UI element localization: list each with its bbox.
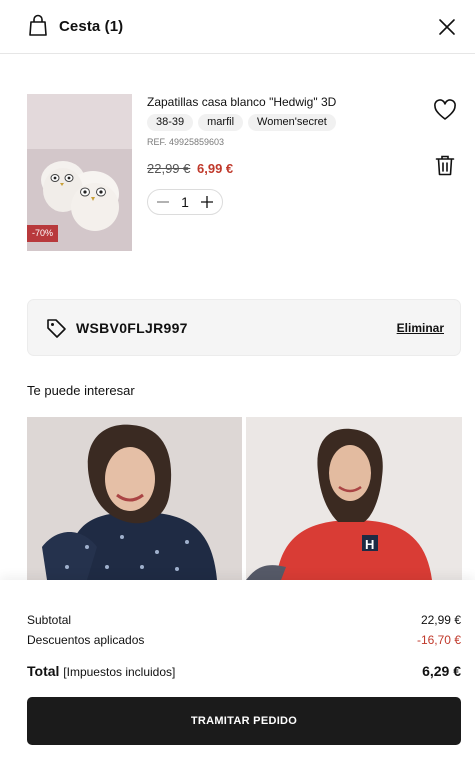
sale-price: 6,99 € — [197, 161, 234, 176]
product-attributes: 38-39 marfil Women'secret — [147, 114, 336, 131]
discount-row: Descuentos aplicados -16,70 € — [27, 633, 461, 647]
tag-icon — [47, 319, 66, 338]
cart-header: Cesta (1) — [0, 0, 475, 54]
recommendation-item[interactable] — [27, 417, 242, 580]
cart-title: Cesta (1) — [59, 18, 124, 35]
plus-icon[interactable] — [200, 195, 214, 209]
checkout-button[interactable]: TRAMITAR PEDIDO — [27, 697, 461, 745]
coupon-box: WSBV0FLJR997 Eliminar — [27, 299, 461, 356]
subtotal-row: Subtotal 22,99 € — [27, 613, 461, 627]
product-reference: REF. 49925859603 — [147, 137, 225, 147]
total-label: Total — [27, 663, 60, 679]
coupon-code: WSBV0FLJR997 — [76, 320, 188, 336]
size-chip: 38-39 — [147, 114, 194, 131]
remove-coupon-link[interactable]: Eliminar — [397, 321, 444, 335]
recommendations-title: Te puede interesar — [27, 383, 135, 398]
trash-icon[interactable] — [435, 154, 455, 176]
product-name[interactable]: Zapatillas casa blanco "Hedwig" 3D — [147, 95, 336, 110]
discount-label: Descuentos aplicados — [27, 633, 145, 647]
product-prices: 22,99 € 6,99 € — [147, 161, 233, 176]
navy-pajama-model-image — [27, 417, 242, 580]
total-row: Total [Impuestos incluidos] 6,29 € — [27, 663, 461, 679]
quantity-stepper: 1 — [147, 189, 223, 215]
order-summary: Subtotal 22,99 € Descuentos aplicados -1… — [0, 580, 475, 769]
shopping-bag-icon — [29, 14, 47, 36]
color-chip: marfil — [198, 114, 244, 131]
svg-text:H: H — [365, 537, 374, 552]
cart-item: -70% Zapatillas casa blanco "Hedwig" 3D … — [27, 94, 467, 254]
original-price: 22,99 € — [147, 161, 191, 176]
tax-note: [Impuestos incluidos] — [63, 665, 176, 679]
brand-chip: Women'secret — [248, 114, 336, 131]
product-image[interactable]: -70% — [27, 94, 132, 251]
discount-value: -16,70 € — [416, 633, 461, 647]
subtotal-label: Subtotal — [27, 613, 72, 627]
subtotal-value: 22,99 € — [420, 613, 461, 627]
quantity-value: 1 — [181, 194, 189, 210]
total-value: 6,29 € — [422, 663, 461, 679]
recommendation-item[interactable]: H — [246, 417, 462, 580]
heart-icon[interactable] — [433, 99, 457, 121]
discount-badge: -70% — [27, 225, 58, 242]
total-label-group: Total [Impuestos incluidos] — [27, 663, 175, 679]
red-pajama-model-image: H — [246, 417, 462, 580]
minus-icon[interactable] — [156, 195, 170, 209]
close-icon[interactable] — [437, 17, 457, 37]
